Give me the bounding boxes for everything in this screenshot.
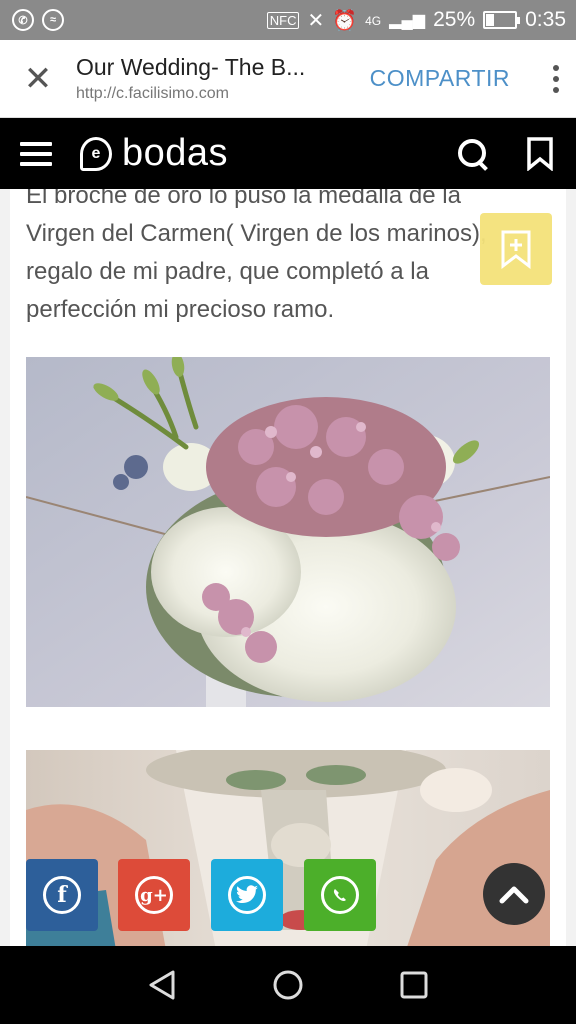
share-button[interactable]: COMPARTIR [362,65,536,92]
battery-icon [483,11,521,29]
save-bookmark-icon[interactable] [480,213,552,285]
site-logo[interactable]: e bodas [80,132,228,175]
bookmark-icon[interactable] [526,136,554,171]
google-plus-icon: g+ [135,876,173,914]
tab-info: Our Wedding- The B... http://c.facilisim… [76,54,362,103]
bodas-logo-icon: e [80,136,112,171]
messenger-notification-icon: ≈ [42,9,64,31]
paragraph-line: El broche de oro lo puso la medalla de l… [26,189,461,209]
whatsapp-icon [321,876,359,914]
twitter-icon [228,876,266,914]
twitter-share-button[interactable] [211,859,283,931]
whatsapp-notification-icon: ✆ [12,9,34,31]
more-vert-icon[interactable] [536,64,576,93]
home-circle-icon[interactable] [272,969,304,1001]
browser-toolbar: ✕ Our Wedding- The B... http://c.facilis… [0,40,576,118]
paragraph-line: perfección mi precioso ramo. [26,296,335,323]
article-content: El broche de oro lo puso la medalla de l… [10,189,566,946]
facebook-icon: f [43,876,81,914]
system-nav-bar [0,946,576,1024]
signal-icon: ▂▄▆ [389,12,426,29]
logo-text: bodas [122,132,229,174]
recent-square-icon[interactable] [399,970,429,1000]
bride-bouquet-photo [26,750,550,946]
nfc-icon: NFC [266,11,300,29]
page-url: http://c.facilisimo.com [76,85,229,102]
network-type: 4G [365,13,382,28]
whatsapp-share-button[interactable] [304,859,376,931]
alarm-icon: ⏰ [332,9,358,32]
paragraph-line: Virgen del Carmen( Virgen de los marinos… [26,220,487,247]
google-plus-share-button[interactable]: g+ [118,859,190,931]
hamburger-icon[interactable] [20,141,52,166]
battery-percent: 25% [433,8,476,31]
bouquet-photo [26,357,550,707]
facebook-share-button[interactable]: f [26,859,98,931]
search-icon[interactable] [458,138,488,169]
article-paragraph: El broche de oro lo puso la medalla de l… [26,189,552,329]
status-bar: ✆ ≈ NFC ✕ ⏰ 4G ▂▄▆ 25% 0:35 [0,0,576,40]
back-triangle-icon[interactable] [147,969,177,1001]
chevron-up-icon[interactable] [483,863,545,925]
clock: 0:35 [525,8,566,31]
close-icon[interactable]: ✕ [0,40,76,118]
page-title: Our Wedding- The B... [76,54,306,80]
site-header: e bodas [0,118,576,189]
paragraph-line: regalo de mi padre, que completó a la [26,258,429,285]
mute-icon: ✕ [307,9,325,32]
